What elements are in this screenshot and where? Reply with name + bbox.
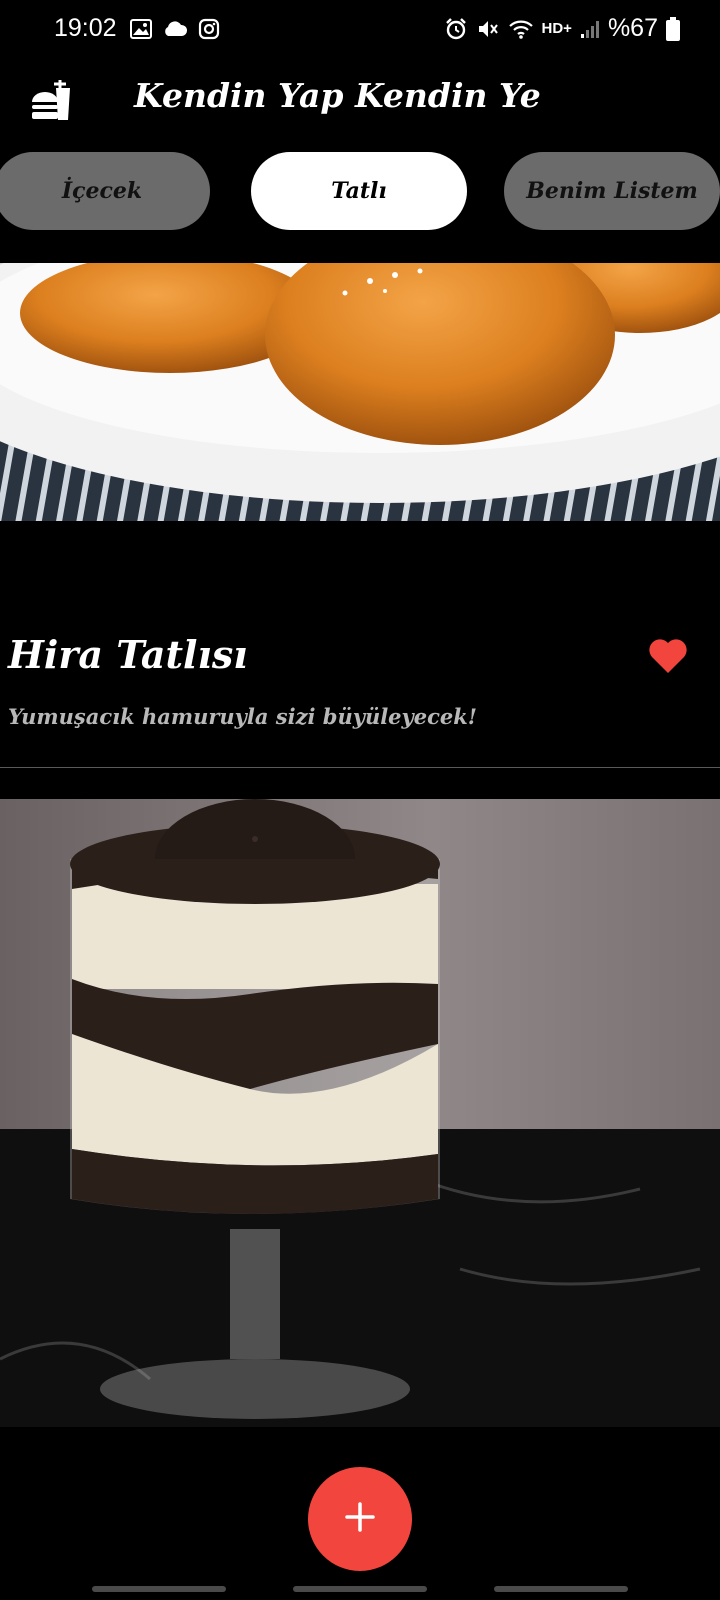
category-tabs: İçecek Tatlı Benim Listem: [0, 152, 720, 232]
battery-percent: %67: [607, 14, 658, 42]
status-time: 19:02: [54, 14, 117, 42]
tab-tatli[interactable]: Tatlı: [251, 152, 467, 230]
app-title: Kendin Yap Kendin Ye: [134, 76, 541, 115]
instagram-icon: [198, 18, 220, 40]
recipe-title[interactable]: Hira Tatlısı: [8, 632, 248, 677]
app-bar: Kendin Yap Kendin Ye: [0, 62, 720, 142]
add-recipe-button[interactable]: [308, 1467, 412, 1571]
alarm-icon: [444, 17, 468, 41]
card-divider: [0, 767, 720, 768]
fast-food-icon[interactable]: [30, 78, 74, 126]
plus-icon: [344, 1501, 376, 1537]
gallery-icon: [130, 19, 152, 39]
cloud-icon: [162, 21, 188, 37]
system-nav-bar: [0, 1580, 720, 1600]
tab-icecek[interactable]: İçecek: [0, 152, 210, 230]
network-type-label: HD+: [541, 20, 572, 37]
nav-home-button[interactable]: [293, 1586, 427, 1592]
recipe-subtitle: Yumuşacık hamuruyla sizi büyüleyecek!: [8, 704, 478, 729]
nav-back-button[interactable]: [494, 1586, 628, 1592]
nav-recent-button[interactable]: [92, 1586, 226, 1592]
tab-benim-listem[interactable]: Benim Listem: [504, 152, 720, 230]
favorite-heart-icon[interactable]: [648, 638, 688, 678]
status-bar: 19:02 HD+ %67: [0, 0, 720, 60]
wifi-icon: [508, 18, 534, 40]
recipe-image-oreo-pudding[interactable]: [0, 799, 720, 1427]
mute-icon: [476, 17, 500, 41]
recipe-image-hira-tatlisi[interactable]: [0, 263, 720, 521]
battery-icon: [666, 16, 680, 41]
signal-icon: [580, 19, 600, 39]
